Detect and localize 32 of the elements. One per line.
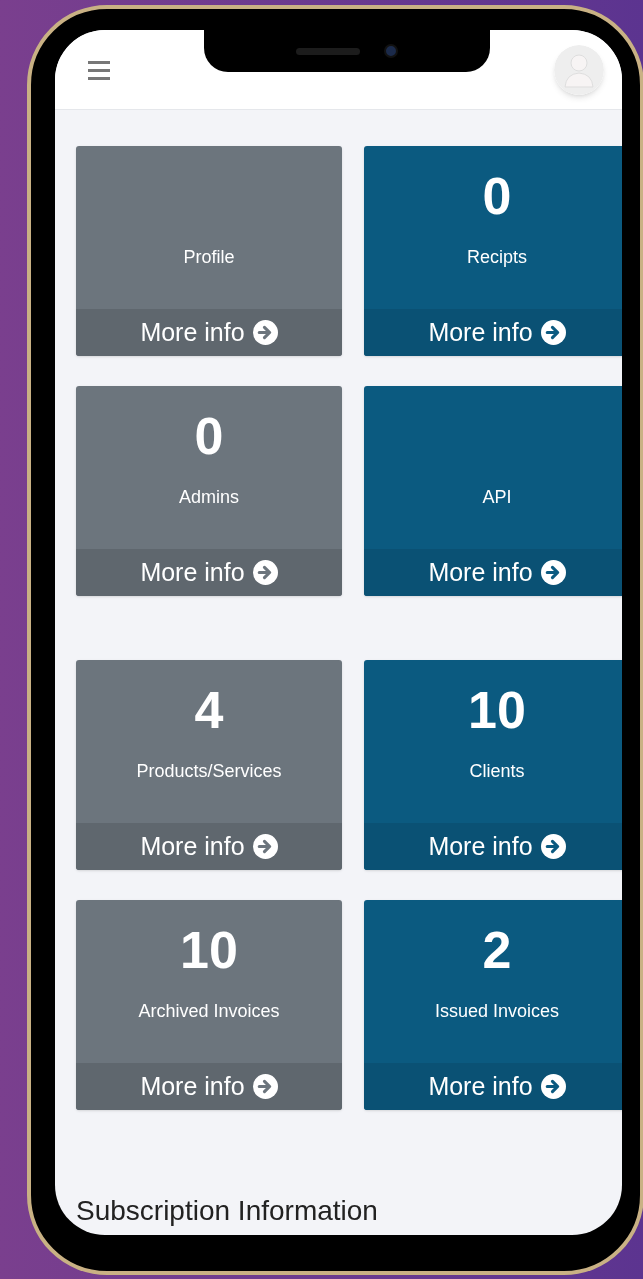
more-info-link[interactable]: More info (364, 309, 622, 356)
arrow-circle-icon (252, 560, 278, 585)
more-info-link[interactable]: More info (76, 823, 342, 870)
arrow-circle-icon (540, 320, 566, 345)
more-info-link[interactable]: More info (364, 1063, 622, 1110)
arrow-circle-icon (252, 834, 278, 859)
count-value: 2 (482, 922, 512, 978)
more-info-link[interactable]: More info (364, 823, 622, 870)
menu-icon[interactable] (88, 59, 110, 80)
card-label: Issued Invoices (434, 1000, 560, 1023)
section-heading: Subscription Information (76, 1194, 379, 1228)
card-label: Clients (469, 760, 525, 783)
card-label: Profile (183, 246, 235, 269)
more-info-link[interactable]: More info (76, 1063, 342, 1110)
more-info-link[interactable]: More info (76, 549, 342, 596)
count-value: 0 (194, 408, 224, 464)
card-label: Admins (179, 486, 239, 509)
card-label: Recipts (467, 246, 527, 269)
card-label: Archived Invoices (138, 1000, 280, 1023)
count-value: 10 (180, 922, 238, 978)
count-value: 10 (468, 682, 526, 738)
card-label: API (482, 486, 512, 509)
arrow-circle-icon (540, 560, 566, 585)
more-info-link[interactable]: More info (364, 549, 622, 596)
count-value: 4 (194, 682, 224, 738)
arrow-circle-icon (540, 1074, 566, 1099)
arrow-circle-icon (540, 834, 566, 859)
arrow-circle-icon (252, 320, 278, 345)
arrow-circle-icon (252, 1074, 278, 1099)
card-label: Products/Services (136, 760, 282, 783)
more-info-link[interactable]: More info (76, 309, 342, 356)
count-value: 0 (482, 168, 512, 224)
